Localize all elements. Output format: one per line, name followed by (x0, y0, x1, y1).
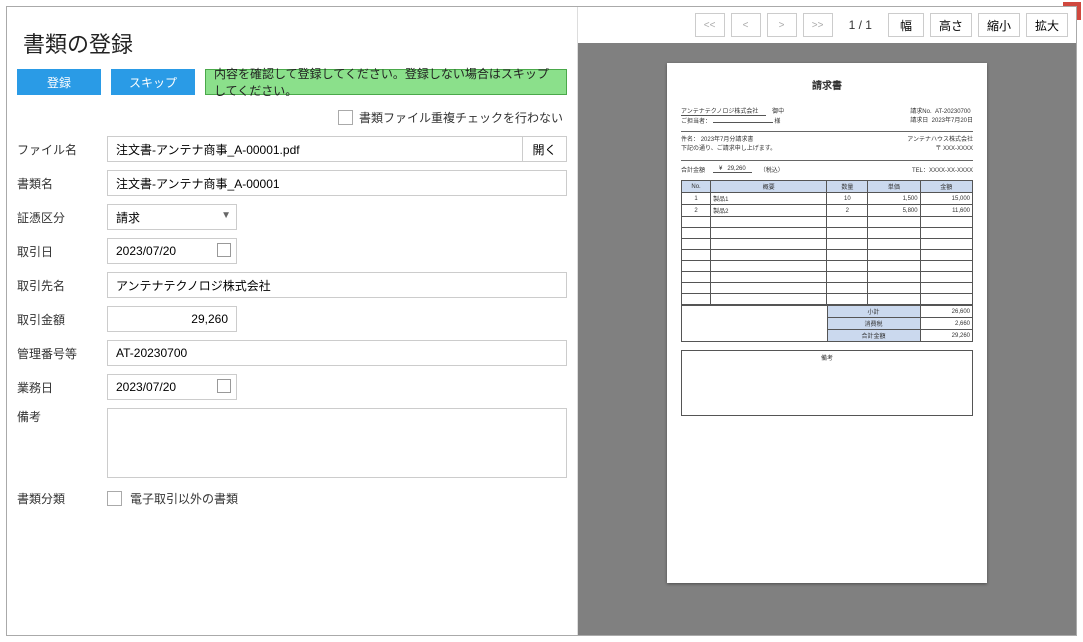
remarks-label: 備考 (17, 408, 107, 425)
doc-seikyu-no-label: 請求No. (910, 109, 931, 115)
amount-input[interactable] (107, 306, 237, 332)
open-file-button[interactable]: 開く (523, 136, 567, 162)
calendar-icon (217, 243, 231, 257)
doc-class-checkbox[interactable] (107, 491, 122, 506)
col-qty: 数量 (827, 181, 868, 193)
trade-date-picker[interactable] (107, 238, 237, 264)
doc-seikyu-no: AT-20230700 (935, 109, 971, 115)
docname-input[interactable] (107, 170, 567, 196)
doc-items-table: No. 概要 数量 単価 金額 1製品1101,50015,0002製品225,… (681, 180, 973, 305)
doc-tel-label: TEL： (912, 168, 929, 174)
doc-company-postal: 〒 XXX-XXXX (935, 146, 973, 152)
doc-totals-table: 小計26,600 消費税2,660 合計金額29,260 (681, 305, 973, 342)
main-frame: 書類の登録 登録 スキップ 内容を確認して登録してください。登録しない場合はスキ… (6, 6, 1077, 636)
doc-tel: XXXX-XX-XXXX (929, 168, 973, 174)
col-no: No. (682, 181, 711, 193)
preview-toolbar: << < > >> 1 / 1 幅 高さ 縮小 拡大 (578, 7, 1076, 43)
filename-input[interactable] (107, 136, 523, 162)
last-page-button[interactable]: >> (803, 13, 833, 37)
docname-label: 書類名 (17, 175, 107, 192)
doc-total: 29,260 (727, 166, 745, 172)
doc-client-name: アンテナテクノロジ株式会社 (681, 106, 766, 116)
tax-label: 消費税 (827, 318, 920, 330)
table-row (682, 272, 973, 283)
doc-company: アンテナハウス株式会社 (907, 137, 973, 143)
page-title: 書類の登録 (17, 21, 567, 69)
preview-document: 請求書 アンテナテクノロジ株式会社 御中 ご担当者： 様 請求No. AT-20… (667, 63, 987, 583)
page-indicator: 1 / 1 (849, 18, 872, 32)
status-message: 内容を確認して登録してください。登録しない場合はスキップしてください。 (205, 69, 567, 95)
doc-client-suffix: 御中 (772, 109, 784, 115)
preview-area[interactable]: 請求書 アンテナテクノロジ株式会社 御中 ご担当者： 様 請求No. AT-20… (578, 43, 1076, 635)
doc-total-suffix: （税込） (760, 165, 784, 174)
doc-class-label: 書類分類 (17, 490, 107, 507)
doc-note: 下記の通り、ご請求申し上げます。 (681, 146, 776, 152)
table-row (682, 283, 973, 294)
subtotal-label: 小計 (827, 306, 920, 318)
doc-remarks-header: 備考 (821, 356, 833, 362)
work-date-picker[interactable] (107, 374, 237, 400)
trade-date-label: 取引日 (17, 243, 107, 260)
dup-check-checkbox[interactable] (338, 110, 353, 125)
grand-label: 合計金額 (827, 330, 920, 342)
partner-label: 取引先名 (17, 277, 107, 294)
zoom-in-button[interactable]: 拡大 (1026, 13, 1068, 37)
zoom-out-button[interactable]: 縮小 (978, 13, 1020, 37)
doc-contact-suffix: 様 (774, 119, 780, 125)
col-unit: 単価 (868, 181, 920, 193)
left-panel: 書類の登録 登録 スキップ 内容を確認して登録してください。登録しない場合はスキ… (7, 7, 577, 635)
amount-label: 取引金額 (17, 311, 107, 328)
doc-subject: 2023年7月分請求書 (701, 137, 754, 143)
doc-class-check-label: 電子取引以外の書類 (130, 490, 238, 507)
evidence-type-label: 証憑区分 (17, 209, 107, 226)
manage-no-input[interactable] (107, 340, 567, 366)
col-desc: 概要 (711, 181, 827, 193)
subtotal-val: 26,600 (920, 306, 972, 318)
doc-total-label: 合計金額 (681, 165, 705, 174)
right-panel: << < > >> 1 / 1 幅 高さ 縮小 拡大 請求書 アンテナテクノロジ… (577, 7, 1076, 635)
filename-label: ファイル名 (17, 141, 107, 158)
dup-check-label: 書類ファイル重複チェックを行わない (359, 109, 563, 126)
table-row (682, 228, 973, 239)
prev-page-button[interactable]: < (731, 13, 761, 37)
tax-val: 2,660 (920, 318, 972, 330)
work-date-label: 業務日 (17, 379, 107, 396)
doc-seikyu-date-label: 請求日 (910, 118, 928, 124)
remarks-textarea[interactable] (107, 408, 567, 478)
doc-seikyu-date: 2023年7月20日 (932, 118, 973, 124)
manage-no-label: 管理番号等 (17, 345, 107, 362)
first-page-button[interactable]: << (695, 13, 725, 37)
doc-remarks-box: 備考 (681, 350, 973, 416)
doc-subject-label: 件名： (681, 137, 699, 143)
register-button[interactable]: 登録 (17, 69, 101, 95)
table-row: 1製品1101,50015,000 (682, 193, 973, 205)
grand-val: 29,260 (920, 330, 972, 342)
table-row: 2製品225,80011,600 (682, 205, 973, 217)
calendar-icon (217, 379, 231, 393)
col-amount: 金額 (920, 181, 972, 193)
doc-total-yen: ¥ (719, 166, 722, 172)
skip-button[interactable]: スキップ (111, 69, 195, 95)
fit-width-button[interactable]: 幅 (888, 13, 924, 37)
doc-contact-label: ご担当者： (681, 119, 711, 125)
evidence-type-select[interactable]: ▼ (107, 204, 237, 230)
table-row (682, 217, 973, 228)
partner-input[interactable] (107, 272, 567, 298)
table-row (682, 239, 973, 250)
table-row (682, 250, 973, 261)
next-page-button[interactable]: > (767, 13, 797, 37)
evidence-type-value (107, 204, 237, 230)
table-row (682, 294, 973, 305)
table-row (682, 261, 973, 272)
fit-height-button[interactable]: 高さ (930, 13, 972, 37)
doc-title: 請求書 (681, 77, 973, 92)
